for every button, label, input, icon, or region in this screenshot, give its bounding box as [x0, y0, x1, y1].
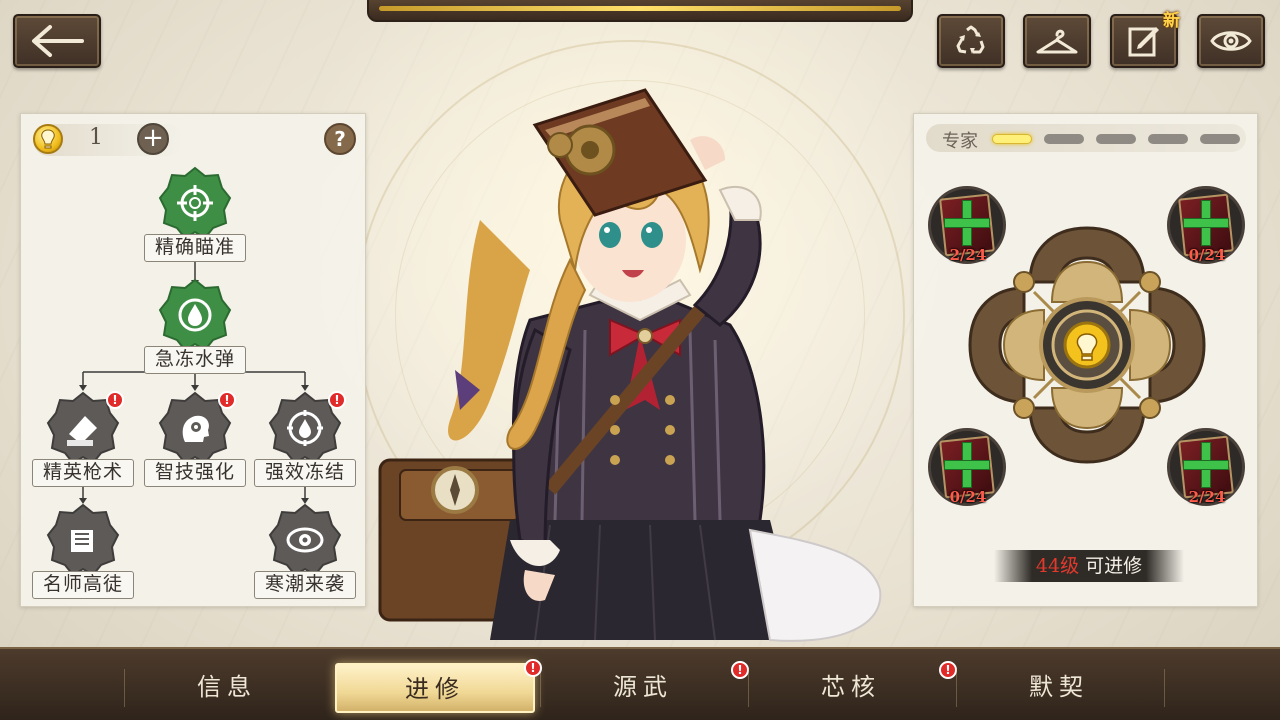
skill-node-cold-wave[interactable]: 寒潮来袭	[250, 503, 360, 621]
core-slot-top-right[interactable]: 0/24	[1167, 186, 1247, 270]
alert-badge: !	[328, 391, 346, 409]
hanger-icon	[1036, 29, 1078, 54]
tab-advancement[interactable]: 进修	[335, 663, 535, 713]
water-drop-icon	[178, 298, 212, 332]
slot-count: 2/24	[949, 246, 987, 264]
skill-medal	[46, 503, 120, 577]
skill-label: 精英枪术	[32, 459, 134, 487]
eye-icon	[1210, 31, 1252, 51]
tab-alert-badge: !	[939, 661, 957, 679]
add-icon-bar	[944, 460, 990, 470]
core-slot-top-left[interactable]: 2/24	[928, 186, 1008, 270]
nav-separator	[124, 669, 125, 707]
tab-core[interactable]: 芯核	[751, 663, 951, 713]
recycle-button[interactable]	[937, 14, 1005, 68]
add-icon-bar	[944, 218, 990, 228]
skill-node-elite-gunmanship[interactable]: ! 精英枪术	[28, 391, 138, 509]
skill-medal	[268, 503, 342, 577]
tab-info[interactable]: 信息	[127, 663, 327, 713]
level-number: 44级	[1035, 555, 1080, 577]
bottom-nav: 信息 进修 ! 源武 ! 芯核 ! 默契	[0, 647, 1280, 720]
skill-tree-panel: 1 + ? 精确瞄准 急冻水弹 ! 精英枪术 ! 智技强化 ! 强效冻结 名师高…	[20, 113, 366, 607]
slot-count: 0/24	[949, 488, 987, 506]
edit-note-icon	[1128, 27, 1159, 57]
skill-label: 寒潮来袭	[254, 571, 356, 599]
top-title-gold-bar	[379, 6, 901, 11]
skill-label: 智技强化	[144, 459, 246, 487]
book-hand-icon	[71, 530, 93, 552]
frost-drop-icon	[287, 410, 323, 446]
brain-gear-icon	[182, 415, 209, 442]
nav-separator	[748, 669, 749, 707]
outfit-button[interactable]	[1023, 14, 1091, 68]
advancement-panel: 专家 2/24 0/24 0/24 2/24 44级 可进修	[913, 113, 1258, 607]
core-slot-bottom-left[interactable]: 0/24	[928, 428, 1008, 512]
skill-node-precise-aim[interactable]: 精确瞄准	[140, 166, 250, 284]
top-title-frame	[367, 0, 913, 22]
tab-affinity[interactable]: 默契	[959, 663, 1159, 713]
bulb-icon	[1076, 333, 1098, 361]
skill-label: 急冻水弹	[144, 346, 246, 374]
rank-pip	[1200, 134, 1240, 144]
add-icon-bar	[1183, 460, 1229, 470]
skill-label: 强效冻结	[254, 459, 356, 487]
rank-bar: 专家	[926, 124, 1246, 152]
character-illustration	[378, 88, 882, 642]
tab-weapon[interactable]: 源武	[543, 663, 743, 713]
view-art-button[interactable]	[1197, 14, 1265, 68]
nav-separator	[956, 669, 957, 707]
tab-alert-badge: !	[524, 659, 542, 677]
level-requirement-banner: 44级 可进修	[994, 550, 1184, 582]
skill-label: 名师高徒	[32, 571, 134, 599]
edit-profile-button[interactable]: 新	[1110, 11, 1180, 68]
skill-medal	[158, 166, 232, 240]
alert-badge: !	[106, 391, 124, 409]
recycle-icon	[956, 25, 985, 54]
tab-alert-badge: !	[731, 661, 749, 679]
back-arrow-icon	[32, 25, 84, 57]
rank-pip-active	[992, 134, 1032, 144]
add-icon-bar	[1183, 218, 1229, 228]
skill-node-master-apprentice[interactable]: 名师高徒	[28, 503, 138, 621]
skill-node-intellect-boost[interactable]: ! 智技强化	[140, 391, 250, 509]
rank-pip	[1096, 134, 1136, 144]
new-badge: 新	[1163, 11, 1180, 31]
slot-count: 2/24	[1188, 488, 1226, 506]
core-slot-bottom-right[interactable]: 2/24	[1167, 428, 1247, 512]
slot-count: 0/24	[1188, 246, 1226, 264]
nav-separator	[1164, 669, 1165, 707]
skill-medal	[158, 278, 232, 352]
back-button[interactable]	[13, 14, 101, 68]
skill-label: 精确瞄准	[144, 234, 246, 262]
skill-node-potent-freeze[interactable]: ! 强效冻结	[250, 391, 360, 509]
alert-badge: !	[218, 391, 236, 409]
skill-node-freeze-shot[interactable]: 急冻水弹	[140, 278, 250, 396]
nav-separator	[540, 669, 541, 707]
ammo-icon	[67, 416, 97, 446]
rank-label: 专家	[942, 131, 978, 152]
rank-pip	[1044, 134, 1084, 144]
rank-pip	[1148, 134, 1188, 144]
crosshair-icon	[177, 185, 213, 221]
frost-eye-icon	[286, 527, 324, 553]
level-status: 可进修	[1085, 555, 1143, 577]
